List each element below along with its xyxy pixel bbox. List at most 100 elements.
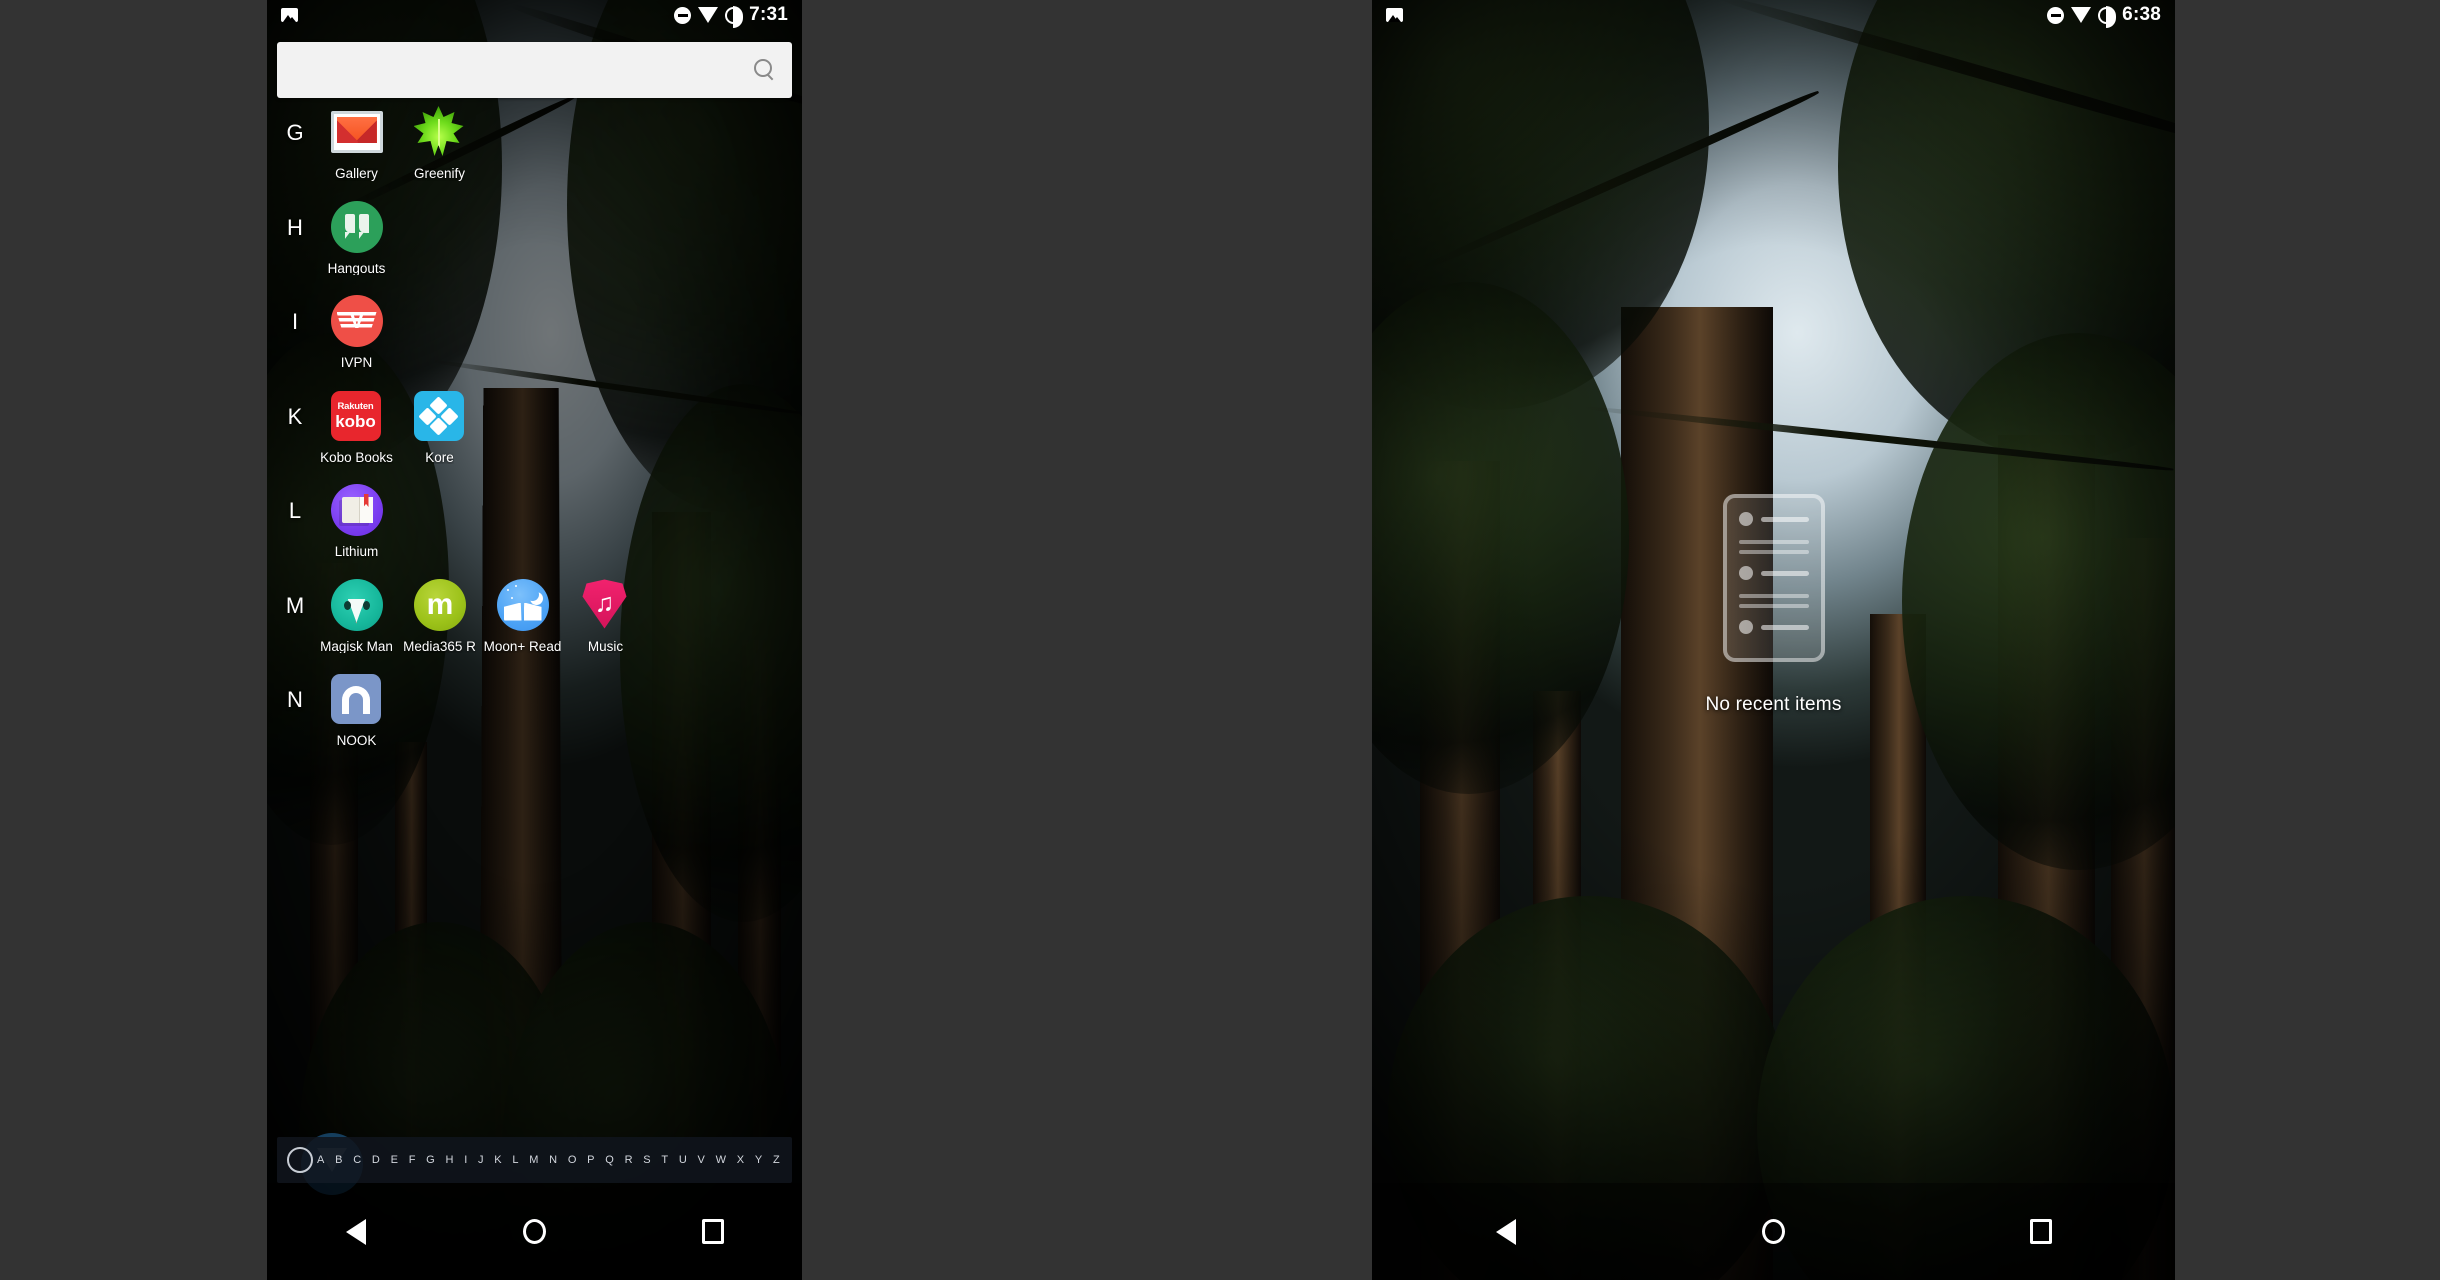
- alpha-letter[interactable]: L: [512, 1154, 518, 1166]
- app-item-media365-reader[interactable]: m Media365 R: [398, 573, 481, 664]
- lithium-icon: [330, 484, 383, 536]
- alphabet-letters[interactable]: A B C D E F G H I J K L M N O P Q R S T: [315, 1154, 782, 1166]
- no-recent-items-label: No recent items: [1705, 694, 1842, 715]
- alpha-letter[interactable]: X: [737, 1154, 744, 1166]
- magisk-manager-icon: [330, 578, 383, 631]
- app-label: Magisk Man: [320, 639, 393, 653]
- greenify-leaf-icon: [413, 106, 464, 156]
- app-label: Gallery: [335, 167, 378, 181]
- app-item-greenify[interactable]: Greenify: [398, 100, 481, 191]
- alpha-letter[interactable]: W: [716, 1154, 726, 1166]
- group-letter: G: [286, 120, 304, 145]
- recents-icon: [2030, 1219, 2053, 1244]
- right-phone-screen: 6:38 No recent items: [1372, 0, 2175, 1280]
- letter-group-k: K Rakuten kobo Kobo Books Kore: [275, 384, 802, 475]
- alpha-letter[interactable]: R: [625, 1154, 633, 1166]
- photo-icon: [1386, 8, 1403, 22]
- app-label: Moon+ Read: [483, 639, 562, 653]
- group-letter: L: [288, 498, 302, 523]
- alpha-letter[interactable]: A: [317, 1154, 324, 1166]
- letter-group-h: H Hangouts: [275, 195, 802, 286]
- alpha-letter[interactable]: J: [478, 1154, 484, 1166]
- alpha-letter[interactable]: Y: [755, 1154, 762, 1166]
- app-label: Music: [587, 639, 624, 653]
- app-drawer-list[interactable]: G Gallery Greenify H Hangouts I V IVPN K…: [267, 100, 802, 1135]
- app-item-gallery[interactable]: Gallery: [315, 100, 398, 191]
- app-item-moon-plus-reader[interactable]: Moon+ Read: [481, 573, 564, 664]
- alpha-letter[interactable]: B: [335, 1154, 342, 1166]
- app-item-magisk-manager[interactable]: Magisk Man: [315, 573, 398, 664]
- app-label: Kore: [425, 450, 454, 464]
- alpha-letter[interactable]: G: [426, 1154, 435, 1166]
- recents-button[interactable]: [678, 1207, 748, 1257]
- alpha-letter[interactable]: U: [679, 1154, 687, 1166]
- alpha-letter[interactable]: M: [529, 1154, 538, 1166]
- app-item-hangouts[interactable]: Hangouts: [315, 195, 398, 286]
- letter-group-n: N NOOK: [275, 667, 802, 758]
- back-icon: [1495, 1218, 1516, 1245]
- alpha-letter[interactable]: C: [353, 1154, 361, 1166]
- kore-icon: [413, 390, 464, 441]
- alpha-letter[interactable]: F: [409, 1154, 416, 1166]
- alpha-letter[interactable]: T: [661, 1154, 668, 1166]
- app-label: NOOK: [336, 734, 377, 748]
- alpha-letter[interactable]: D: [372, 1154, 380, 1166]
- alpha-letter[interactable]: K: [494, 1154, 501, 1166]
- alpha-letter[interactable]: S: [643, 1154, 650, 1166]
- home-icon: [522, 1219, 546, 1244]
- status-bar: 6:38: [1372, 0, 2175, 30]
- home-icon: [1761, 1219, 1785, 1244]
- music-icon: ♫: [582, 579, 627, 629]
- wifi-icon: [698, 7, 719, 23]
- alpha-letter[interactable]: I: [464, 1154, 467, 1166]
- alpha-letter[interactable]: V: [698, 1154, 705, 1166]
- back-button[interactable]: [1471, 1207, 1541, 1257]
- app-drawer-search-bar[interactable]: [277, 42, 792, 98]
- search-icon[interactable]: [752, 58, 776, 82]
- app-item-music[interactable]: ♫ Music: [564, 573, 647, 664]
- ivpn-icon: V: [330, 295, 383, 347]
- group-letter: K: [287, 403, 303, 429]
- back-button[interactable]: [321, 1207, 391, 1257]
- status-bar-clock: 7:31: [749, 4, 788, 25]
- alpha-letter[interactable]: P: [587, 1154, 594, 1166]
- recents-card-stack-icon: [1722, 494, 1825, 662]
- search-input[interactable]: [293, 59, 752, 81]
- alpha-letter[interactable]: Z: [773, 1154, 780, 1166]
- alpha-letter[interactable]: E: [391, 1154, 398, 1166]
- wifi-icon: [2071, 7, 2092, 23]
- alpha-letter[interactable]: H: [445, 1154, 453, 1166]
- navigation-bar[interactable]: [1372, 1183, 2175, 1280]
- do-not-disturb-icon: [674, 6, 692, 24]
- app-item-kobo-books[interactable]: Rakuten kobo Kobo Books: [315, 384, 398, 475]
- hangouts-icon: [330, 200, 383, 253]
- recents-button[interactable]: [2006, 1207, 2076, 1257]
- nook-icon: [330, 674, 381, 724]
- battery-icon: [2098, 6, 2116, 28]
- alpha-letter[interactable]: O: [568, 1154, 577, 1166]
- recents-empty-state: No recent items: [1372, 0, 2175, 1280]
- recents-icon: [701, 1219, 724, 1244]
- app-item-lithium[interactable]: Lithium: [315, 478, 398, 569]
- group-letter: H: [287, 214, 303, 240]
- navigation-bar[interactable]: [267, 1183, 802, 1280]
- current-index-letter-indicator: [287, 1147, 313, 1173]
- do-not-disturb-icon: [2047, 6, 2065, 24]
- app-item-nook[interactable]: NOOK: [315, 667, 398, 758]
- home-button[interactable]: [499, 1207, 569, 1257]
- home-button[interactable]: [1738, 1207, 1808, 1257]
- status-bar: 7:31: [267, 0, 802, 30]
- app-label: Media365 R: [403, 639, 476, 653]
- alphabet-index-scrollbar[interactable]: A B C D E F G H I J K L M N O P Q R S T: [277, 1137, 792, 1183]
- app-label: Greenify: [413, 167, 466, 181]
- alpha-letter[interactable]: N: [549, 1154, 557, 1166]
- letter-group-l: L Lithium: [275, 478, 802, 569]
- letter-group-m: M Magisk Man m Media365 R Moon+ Read ♫ M…: [275, 573, 802, 664]
- app-item-kore[interactable]: Kore: [398, 384, 481, 475]
- app-label: Lithium: [334, 545, 379, 559]
- group-letter: I: [291, 309, 299, 334]
- app-item-ivpn[interactable]: V IVPN: [315, 289, 398, 380]
- battery-icon: [725, 6, 743, 28]
- screenshot-stage: 7:31 G Gallery Greenify H Hangouts I V I…: [0, 0, 2440, 1280]
- alpha-letter[interactable]: Q: [605, 1154, 614, 1166]
